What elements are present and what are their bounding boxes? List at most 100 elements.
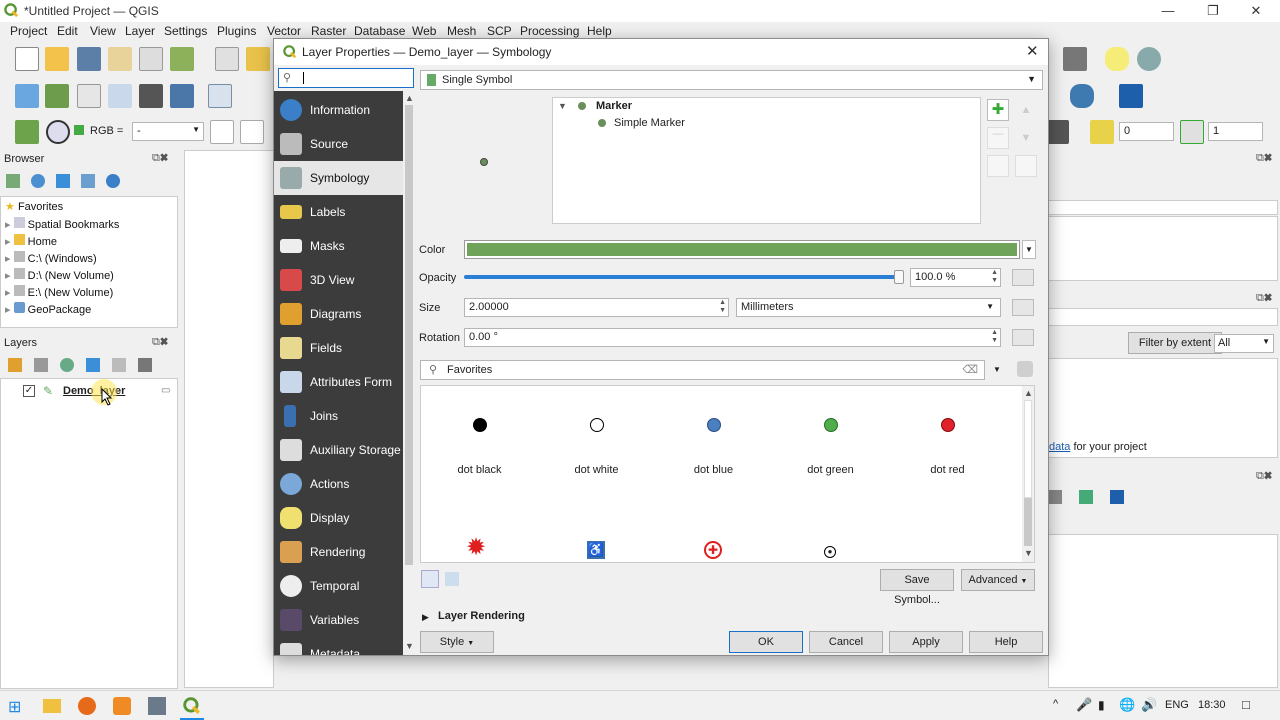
sidebar-item-masks[interactable]: Masks xyxy=(274,229,403,263)
add-wms-icon[interactable] xyxy=(170,84,194,108)
color-dropdown-button[interactable]: ▼ xyxy=(1022,240,1036,259)
tree-row-c-drive[interactable]: ▸ C:\ (Windows) xyxy=(5,251,97,268)
float-panel-icon[interactable]: ⧉✖ xyxy=(1256,292,1272,305)
next-icon[interactable] xyxy=(1180,120,1204,144)
map-canvas[interactable] xyxy=(184,150,274,688)
qgis-taskbar-icon[interactable] xyxy=(183,697,201,715)
digitize-icon[interactable] xyxy=(108,84,132,108)
lock-button[interactable] xyxy=(1015,155,1037,177)
help-icon[interactable] xyxy=(1110,490,1125,504)
menu-settings[interactable]: Settings xyxy=(164,24,207,38)
collapse-icon[interactable] xyxy=(138,358,153,372)
scroll-thumb[interactable] xyxy=(405,105,413,565)
refresh-icon[interactable] xyxy=(31,174,46,188)
menu-help[interactable]: Help xyxy=(587,24,612,38)
symbol-list-scrollbar[interactable]: ▲ ▼ xyxy=(1022,386,1034,562)
file-explorer-icon[interactable] xyxy=(43,699,61,713)
sidebar-item-source[interactable]: Source xyxy=(274,127,403,161)
sidebar-item-actions[interactable]: Actions xyxy=(274,467,403,501)
add-vector-layer-icon[interactable] xyxy=(15,84,39,108)
star-burst-symbol-icon[interactable]: ✹ xyxy=(466,536,486,560)
collapse-all-icon[interactable] xyxy=(81,174,96,188)
ok-button[interactable]: OK xyxy=(729,631,803,653)
color-button[interactable] xyxy=(464,240,1020,259)
style-button[interactable]: Style ▼ xyxy=(420,631,494,653)
new-project-icon[interactable] xyxy=(15,47,39,71)
float-panel-icon[interactable]: ⧉✖ xyxy=(152,336,168,349)
move-up-button[interactable]: ▲ xyxy=(1015,99,1037,121)
size-spinbox[interactable]: 2.00000 ▲ ▼ xyxy=(464,298,729,317)
tool-icon[interactable] xyxy=(1048,490,1062,504)
advanced-button[interactable]: Advanced ▼ xyxy=(961,569,1035,591)
network-icon[interactable]: 🌐 xyxy=(1119,697,1135,713)
move-down-button[interactable]: ▼ xyxy=(1015,127,1037,149)
help-button[interactable]: Help xyxy=(969,631,1043,653)
measure-icon[interactable] xyxy=(1063,47,1087,71)
chevron-down-icon[interactable]: ▼ xyxy=(558,101,567,111)
symbol-dot-white[interactable]: dot white xyxy=(538,386,655,496)
tree-row-favorites[interactable]: ★ Favorites xyxy=(5,200,63,217)
metadata-link[interactable]: data xyxy=(1049,441,1070,453)
app2-icon[interactable] xyxy=(148,697,166,715)
add-virtual-layer-icon[interactable] xyxy=(208,84,232,108)
apply-button[interactable]: Apply xyxy=(889,631,963,653)
renderer-combo[interactable]: Single Symbol ▼ xyxy=(420,70,1043,90)
notifications-icon[interactable]: □ xyxy=(1242,697,1250,712)
pan-to-selection-icon[interactable] xyxy=(246,47,270,71)
sidebar-item-display[interactable]: Display xyxy=(274,501,403,535)
rgb-combo[interactable]: - ▼ xyxy=(132,122,204,141)
map-tips-icon[interactable] xyxy=(1105,47,1129,71)
wrench-icon[interactable] xyxy=(1079,490,1094,504)
icon-view-button[interactable] xyxy=(421,570,439,588)
windows-start-icon[interactable]: ⊞ xyxy=(8,697,21,717)
volume-icon[interactable]: 🔊 xyxy=(1141,697,1157,713)
menu-database[interactable]: Database xyxy=(354,24,405,38)
band-2-icon[interactable] xyxy=(240,120,264,144)
clear-icon[interactable]: ⌫ xyxy=(962,363,978,376)
pan-tool-icon[interactable] xyxy=(215,47,239,71)
scroll-down-icon[interactable]: ▼ xyxy=(405,641,414,651)
sidebar-item-3d-view[interactable]: 3D View xyxy=(274,263,403,297)
info-icon[interactable] xyxy=(106,174,121,188)
tree-row-home[interactable]: ▸ Home xyxy=(5,234,57,251)
tree-row-e-drive[interactable]: ▸ E:\ (New Volume) xyxy=(5,285,113,302)
restore-button[interactable]: ❐ xyxy=(1198,2,1228,20)
add-raster-layer-icon[interactable] xyxy=(45,84,69,108)
save-symbol-button[interactable]: Save Symbol... xyxy=(880,569,954,606)
grid-icon[interactable] xyxy=(1090,120,1114,144)
scp-roi-icon[interactable] xyxy=(15,120,39,144)
accessible-symbol-icon[interactable]: ♿ xyxy=(587,541,605,559)
symbol-dot-green[interactable]: dot green xyxy=(772,386,889,496)
menu-plugins[interactable]: Plugins xyxy=(217,24,256,38)
menu-edit[interactable]: Edit xyxy=(57,24,78,38)
float-panel-icon[interactable]: ⧉✖ xyxy=(1256,152,1272,165)
app-icon[interactable] xyxy=(113,697,131,715)
menu-view[interactable]: View xyxy=(90,24,116,38)
filter-combo[interactable]: All ▼ xyxy=(1214,334,1274,353)
menu-project[interactable]: Project xyxy=(10,24,47,38)
scroll-down-icon[interactable]: ▼ xyxy=(1024,548,1033,558)
add-layer-icon[interactable] xyxy=(139,84,163,108)
hospital-symbol-icon[interactable]: ✚ xyxy=(704,541,722,559)
search-field[interactable] xyxy=(1048,200,1278,215)
language-indicator[interactable]: ENG xyxy=(1165,699,1189,711)
rotation-spinbox[interactable]: 0.00 ° ▲ ▼ xyxy=(464,328,1001,347)
clock[interactable]: 18:30 xyxy=(1198,699,1226,711)
style-icon[interactable] xyxy=(8,358,22,372)
save-project-icon[interactable] xyxy=(77,47,101,71)
style-manager-icon[interactable] xyxy=(170,47,194,71)
minimize-button[interactable]: — xyxy=(1153,2,1183,20)
microphone-icon[interactable]: 🎤 xyxy=(1076,697,1092,713)
data-defined-override-icon[interactable] xyxy=(1012,269,1034,286)
cancel-button[interactable]: Cancel xyxy=(809,631,883,653)
style-manager-icon[interactable] xyxy=(1017,361,1033,377)
menu-raster[interactable]: Raster xyxy=(311,24,346,38)
sidebar-item-joins[interactable]: Joins xyxy=(274,399,403,433)
new-print-layout-icon[interactable] xyxy=(108,47,132,71)
duplicate-button[interactable] xyxy=(987,155,1009,177)
list-view-button[interactable] xyxy=(445,572,459,586)
target-symbol-icon[interactable]: ● xyxy=(824,546,836,558)
menu-web[interactable]: Web xyxy=(412,24,436,38)
tree-root-label[interactable]: Marker xyxy=(596,100,632,112)
add-group-icon[interactable] xyxy=(34,358,49,372)
